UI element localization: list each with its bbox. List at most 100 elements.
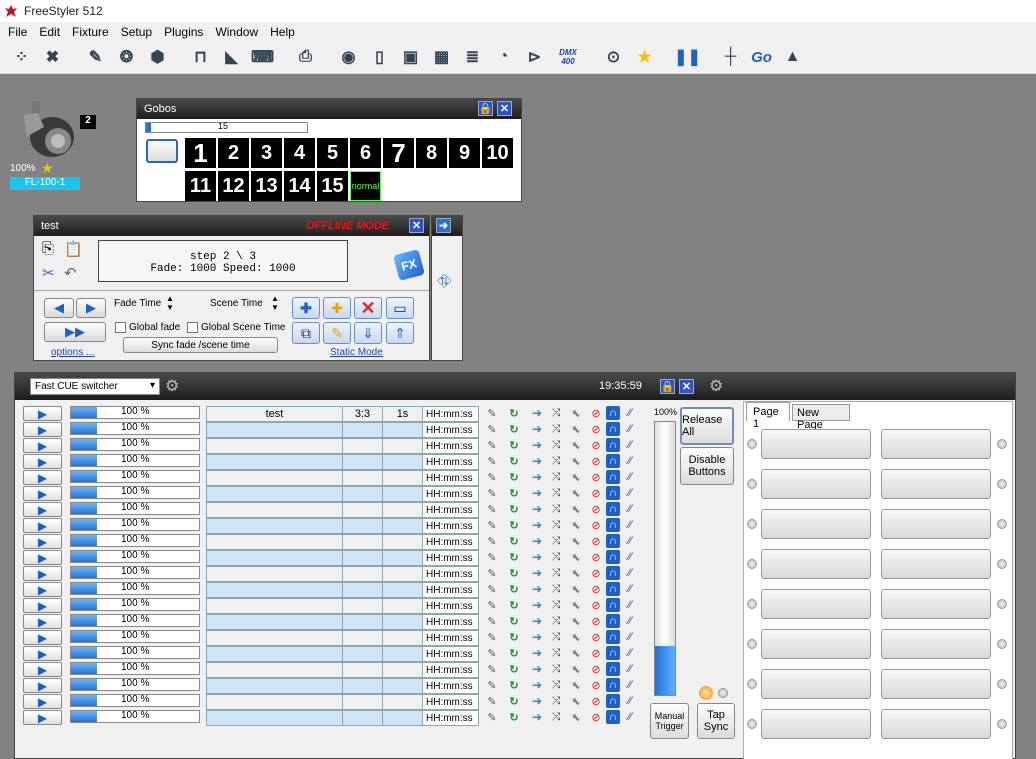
gobo-button[interactable]: normal [350, 171, 381, 201]
fast-forward-button[interactable]: ▶▶ [44, 322, 106, 342]
cue-time-cell[interactable]: HH:mm:ss [422, 422, 479, 438]
cue-level-bar[interactable]: 100 % [70, 614, 200, 627]
shuffle-icon[interactable]: ⤨ [549, 646, 563, 660]
arrow-right-icon[interactable]: ➜ [436, 218, 451, 233]
arrow-right-icon[interactable]: ➔ [525, 518, 549, 532]
magnet-icon[interactable]: ∩ [606, 630, 620, 644]
close-icon[interactable]: ✕ [497, 101, 512, 116]
pointer-icon[interactable]: ⬉ [569, 566, 583, 580]
tap-sync-button[interactable]: Tap Sync [697, 703, 735, 739]
cue-fade-cell[interactable] [382, 454, 423, 470]
arrow-right-icon[interactable]: ➔ [525, 678, 549, 692]
gobo-button[interactable]: 11 [185, 171, 216, 201]
gobo-button[interactable]: 3 [251, 138, 282, 168]
curve-icon[interactable]: ⁄⁄ [623, 662, 637, 676]
static-mode-link[interactable]: Static Mode [330, 347, 383, 358]
magnet-icon[interactable]: ∩ [606, 406, 620, 420]
page-radio[interactable] [747, 639, 757, 649]
curve-icon[interactable]: ⁄⁄ [623, 550, 637, 564]
gobo-button[interactable]: 2 [218, 138, 249, 168]
cue-time-cell[interactable]: HH:mm:ss [422, 630, 479, 646]
loop-icon[interactable]: ↻ [507, 406, 521, 420]
close-icon[interactable]: ✕ [409, 218, 424, 233]
loop-icon[interactable]: ↻ [507, 630, 521, 644]
pointer-icon[interactable]: ⬉ [569, 486, 583, 500]
pointer-icon[interactable]: ⬉ [569, 582, 583, 596]
magnet-icon[interactable]: ∩ [606, 694, 620, 708]
cue-fade-cell[interactable] [382, 422, 423, 438]
edit-cue-icon[interactable]: ✎ [485, 486, 499, 500]
cue-name-cell[interactable] [206, 454, 343, 470]
edit-cue-icon[interactable]: ✎ [485, 630, 499, 644]
curve-icon[interactable]: ⁄⁄ [623, 630, 637, 644]
wand-icon[interactable]: ✎ [82, 44, 109, 71]
cue-fade-cell[interactable] [382, 710, 423, 726]
edit-cue-icon[interactable]: ✎ [485, 678, 499, 692]
arrow-right-icon[interactable]: ➔ [525, 422, 549, 436]
cue-level-bar[interactable]: 100 % [70, 534, 200, 547]
cue-fade-cell[interactable] [382, 550, 423, 566]
edit-cue-icon[interactable]: ✎ [485, 502, 499, 516]
pointer-icon[interactable]: ⬉ [569, 598, 583, 612]
arrow-right-icon[interactable]: ➔ [525, 502, 549, 516]
arrow-right-icon[interactable]: ➔ [525, 710, 549, 724]
edit-step-icon[interactable]: ✎ [323, 322, 351, 344]
options-link[interactable]: options ... [51, 347, 94, 358]
no-music-icon[interactable]: ⊘ [589, 518, 603, 532]
magnet-icon[interactable]: ∩ [606, 454, 620, 468]
menu-help[interactable]: Help [264, 25, 301, 39]
magnet-icon[interactable]: ∩ [606, 550, 620, 564]
truss-icon[interactable]: ⊓ [187, 44, 214, 71]
magnet-icon[interactable]: ∩ [606, 566, 620, 580]
cue-time-cell[interactable]: HH:mm:ss [422, 662, 479, 678]
pointer-icon[interactable]: ⬉ [569, 614, 583, 628]
play-icon[interactable]: ▶ [23, 582, 62, 597]
cue-name-cell[interactable] [206, 582, 343, 598]
cue-time-cell[interactable]: HH:mm:ss [422, 694, 479, 710]
shuffle-icon[interactable]: ⤨ [549, 454, 563, 468]
pointer-icon[interactable]: ⬉ [569, 502, 583, 516]
cue-level-bar[interactable]: 100 % [70, 662, 200, 675]
shuffle-icon[interactable]: ⤨ [549, 406, 563, 420]
page-radio[interactable] [997, 519, 1007, 529]
arrow-right-icon[interactable]: ➔ [525, 406, 549, 420]
arrow-right-icon[interactable]: ➔ [525, 614, 549, 628]
shuffle-icon[interactable]: ⤨ [549, 630, 563, 644]
arrow-right-icon[interactable]: ➔ [525, 470, 549, 484]
menu-file[interactable]: File [2, 25, 33, 39]
play-icon[interactable]: ▶ [23, 550, 62, 565]
magnet-icon[interactable]: ∩ [606, 534, 620, 548]
cue-step-cell[interactable] [342, 646, 383, 662]
new-doc-icon[interactable]: ▯ [366, 44, 393, 71]
cue-name-cell[interactable] [206, 502, 343, 518]
page-radio[interactable] [997, 439, 1007, 449]
edit-cue-icon[interactable]: ✎ [485, 518, 499, 532]
cue-switcher-select[interactable]: Fast CUE switcher ▾ [30, 378, 160, 395]
gobo-button[interactable]: 14 [284, 171, 315, 201]
master-fader[interactable] [654, 421, 676, 696]
cue-fade-cell[interactable] [382, 534, 423, 550]
page-button[interactable] [761, 709, 871, 739]
cue-level-bar[interactable]: 100 % [70, 550, 200, 563]
loop-icon[interactable]: ↻ [507, 550, 521, 564]
menu-setup[interactable]: Setup [115, 25, 158, 39]
curve-icon[interactable]: ⁄⁄ [623, 486, 637, 500]
loop-icon[interactable]: ↻ [507, 566, 521, 580]
cue-step-cell[interactable] [342, 662, 383, 678]
cue-step-cell[interactable] [342, 694, 383, 710]
play-icon[interactable]: ▶ [23, 710, 62, 725]
cue-time-cell[interactable]: HH:mm:ss [422, 550, 479, 566]
page-button[interactable] [881, 709, 991, 739]
no-music-icon[interactable]: ⊘ [589, 662, 603, 676]
gobo-button[interactable]: 13 [251, 171, 282, 201]
play-icon[interactable]: ▶ [23, 518, 62, 533]
no-music-icon[interactable]: ⊘ [589, 502, 603, 516]
page-button[interactable] [881, 549, 991, 579]
arrow-right-icon[interactable]: ➔ [525, 630, 549, 644]
page-radio[interactable] [997, 639, 1007, 649]
page-radio[interactable] [747, 439, 757, 449]
cue-step-cell[interactable] [342, 582, 383, 598]
pointer-icon[interactable]: ⬉ [569, 406, 583, 420]
play-icon[interactable]: ▶ [23, 454, 62, 469]
cue-name-cell[interactable] [206, 534, 343, 550]
